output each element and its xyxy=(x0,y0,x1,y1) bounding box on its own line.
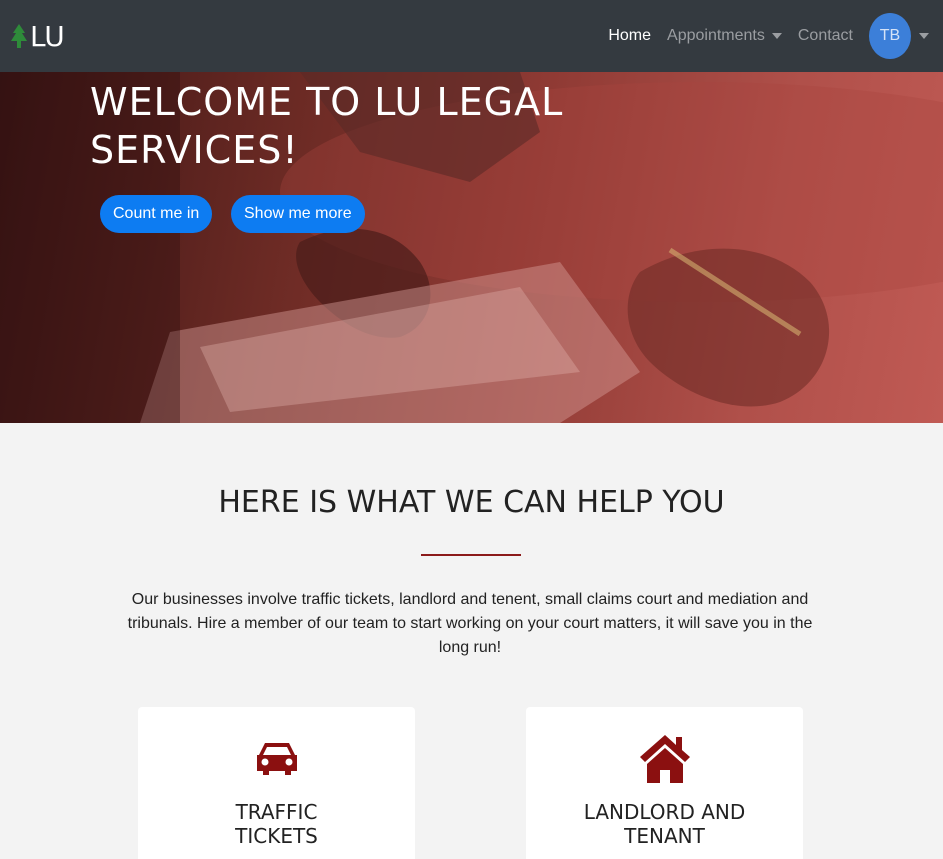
brand-name: LU xyxy=(30,19,65,53)
card-title: LANDLORD AND TENANT xyxy=(583,800,746,848)
hero-banner: WELCOME TO LU LEGAL SERVICES! Count me i… xyxy=(0,72,943,423)
avatar: TB xyxy=(869,13,911,59)
car-icon xyxy=(256,743,297,775)
chevron-down-icon xyxy=(919,33,929,39)
nav-home-link[interactable]: Home xyxy=(608,27,651,45)
user-menu[interactable]: TB xyxy=(869,13,929,59)
count-me-in-button[interactable]: Count me in xyxy=(100,195,213,233)
service-card-traffic-tickets[interactable]: TRAFFIC TICKETS xyxy=(138,707,415,859)
services-heading: HERE IS WHAT WE CAN HELP YOU xyxy=(218,485,725,520)
service-card-landlord-tenant[interactable]: LANDLORD AND TENANT xyxy=(526,707,803,859)
chevron-down-icon xyxy=(771,33,782,39)
top-navbar: LU Home Appointments Contact TB xyxy=(0,0,943,72)
nav-contact-link[interactable]: Contact xyxy=(798,27,853,45)
nav-appointments-dropdown[interactable]: Appointments xyxy=(667,27,782,45)
services-description: Our businesses involve traffic tickets, … xyxy=(127,591,813,656)
nav-appointments-label: Appointments xyxy=(667,27,765,44)
pine-tree-icon xyxy=(11,24,27,48)
section-divider xyxy=(421,554,521,556)
card-title: TRAFFIC TICKETS xyxy=(235,800,318,848)
house-icon xyxy=(639,735,690,783)
hero-title: WELCOME TO LU LEGAL SERVICES! xyxy=(90,80,564,172)
show-me-more-button[interactable]: Show me more xyxy=(231,195,365,233)
brand-logo[interactable]: LU xyxy=(10,20,65,53)
